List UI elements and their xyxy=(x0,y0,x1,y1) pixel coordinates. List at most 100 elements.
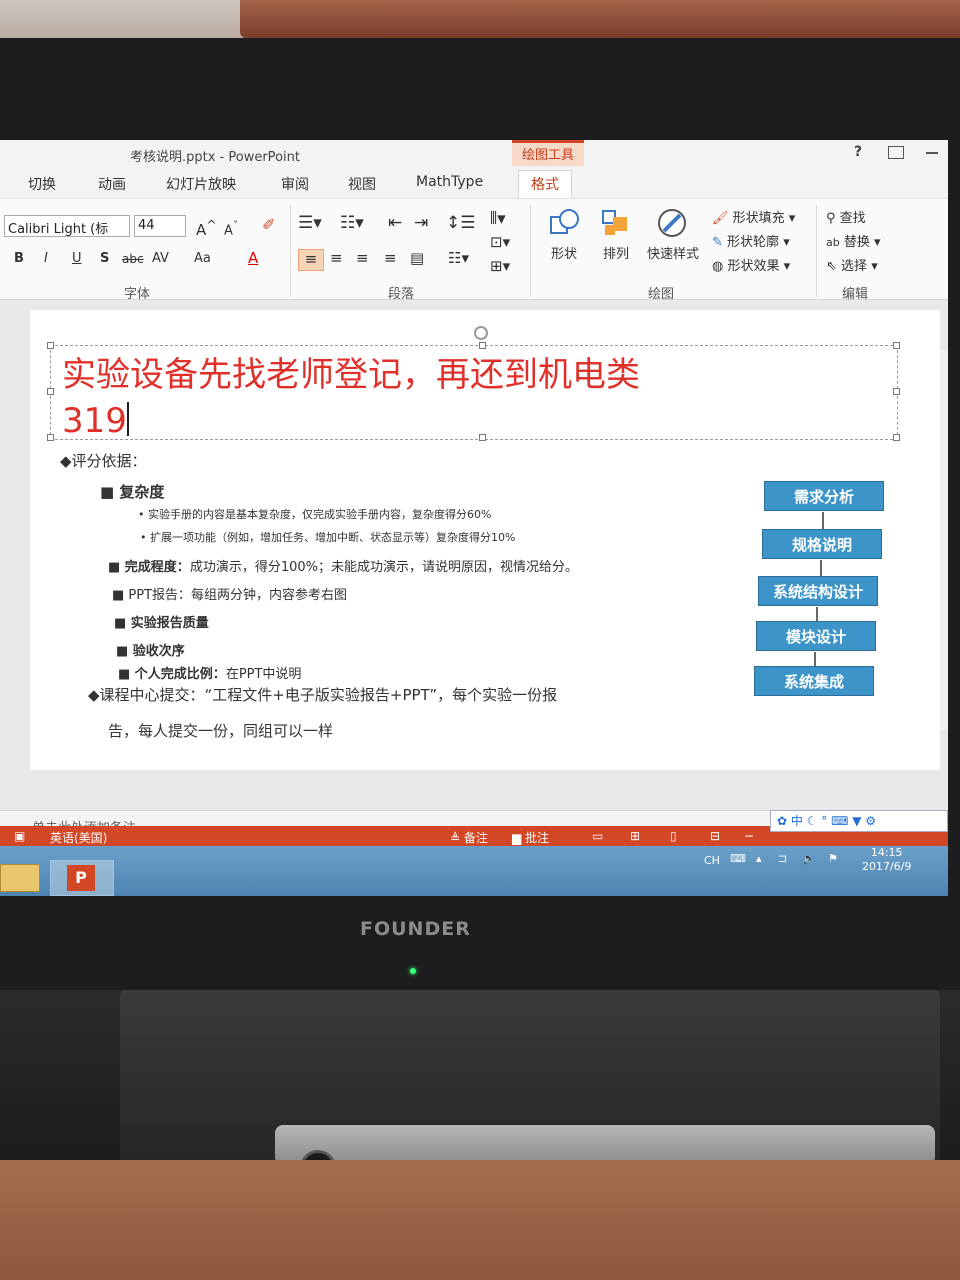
show-hidden-icons[interactable]: ▴ xyxy=(756,852,762,865)
vertical-scrollbar[interactable] xyxy=(940,350,948,730)
quick-styles-label: 快速样式 xyxy=(646,247,699,262)
resize-handle[interactable] xyxy=(47,342,54,349)
help-button[interactable]: ? xyxy=(854,144,862,160)
tab-view[interactable]: 视图 xyxy=(348,174,376,194)
bold-button[interactable]: B xyxy=(14,251,24,266)
font-size-select[interactable]: 44 xyxy=(134,215,186,237)
rotate-handle-icon[interactable] xyxy=(474,326,488,340)
pen-icon: ✎ xyxy=(712,235,723,250)
tab-animations[interactable]: 动画 xyxy=(98,174,126,194)
ppt-report-line: ■ PPT报告：每组两分钟，内容参考右图 xyxy=(112,584,347,603)
quick-styles-button[interactable]: 快速样式 xyxy=(640,207,706,262)
clock-time: 14:15 xyxy=(870,846,903,859)
system-clock[interactable]: 14:15 2017/6/9 xyxy=(862,846,911,874)
char-spacing-button[interactable]: AV xyxy=(152,251,169,266)
shape-effects-button[interactable]: ◍ 形状效果 ▾ xyxy=(712,255,790,274)
language-indicator[interactable]: 英语(美国) xyxy=(50,829,107,846)
resize-handle[interactable] xyxy=(47,388,54,395)
distributed-button[interactable]: ▤ xyxy=(410,249,424,267)
reading-view-icon[interactable]: ▯ xyxy=(670,829,677,843)
submission-line-1: ◆课程中心提交：“工程文件+电子版实验报告+PPT”，每个实验一份报 xyxy=(88,686,558,704)
resize-handle[interactable] xyxy=(893,434,900,441)
complexity-item-1: • 实验手册的内容是基本复杂度，仅完成实验手册内容，复杂度得分60% xyxy=(138,508,492,521)
select-button[interactable]: ⇖ 选择 ▾ xyxy=(826,255,878,274)
clear-formatting-icon[interactable]: ✐ xyxy=(262,215,275,234)
tab-mathtype[interactable]: MathType xyxy=(416,174,483,190)
smartart-icon[interactable]: ⊞▾ xyxy=(490,257,510,275)
shrink-font-icon[interactable]: Aˇ xyxy=(224,219,238,238)
text-direction-icon[interactable]: ⫴▾ xyxy=(490,209,506,229)
tab-format[interactable]: 格式 xyxy=(518,170,572,198)
power-led xyxy=(410,968,416,974)
notes-toggle-button[interactable]: ≜ 备注 xyxy=(450,829,488,846)
decrease-indent-icon[interactable]: ⇤ xyxy=(388,213,402,233)
complexity-heading: ■ 复杂度 xyxy=(100,483,165,501)
ime-toolbar[interactable]: ✿ 中 ☾ ° ⌨ ▼ ⚙ xyxy=(770,810,948,832)
align-left-button[interactable]: ≡ xyxy=(298,249,324,271)
ribbon-display-button[interactable] xyxy=(888,146,904,159)
spellcheck-icon[interactable]: ▣ xyxy=(14,829,25,843)
slide-heading[interactable]: 实验设备先找老师登记，再还到机电类 319 xyxy=(62,352,882,444)
slide-sorter-icon[interactable]: ⊞ xyxy=(630,829,640,843)
align-right-button[interactable]: ≡ xyxy=(356,249,369,267)
effects-icon: ◍ xyxy=(712,259,724,274)
keyboard-icon[interactable]: ⌨ xyxy=(730,852,746,865)
tab-slideshow[interactable]: 幻灯片放映 xyxy=(166,174,236,194)
ribbon-tabs: 切换 动画 幻灯片放映 审阅 视图 MathType 格式 xyxy=(0,170,948,198)
zoom-minus-icon[interactable]: − xyxy=(744,829,754,843)
italic-button[interactable]: I xyxy=(44,251,48,266)
network-icon[interactable]: ⊐ xyxy=(778,852,787,865)
shapes-icon xyxy=(550,209,579,234)
powerpoint-icon: P xyxy=(67,865,95,891)
grow-font-icon[interactable]: A^ xyxy=(196,217,217,239)
comments-toggle-button[interactable]: ▆ 批注 xyxy=(512,829,549,846)
shadow-button[interactable]: S xyxy=(100,251,109,266)
completion-text: 成功演示，得分100%；未能成功演示，请说明原因，视情况给分。 xyxy=(189,560,578,575)
replace-icon: ab xyxy=(826,236,840,249)
action-center-icon[interactable]: ⚑ xyxy=(828,852,838,865)
numbering-icon[interactable]: ☷▾ xyxy=(340,213,364,233)
align-text-icon[interactable]: ⊡▾ xyxy=(490,233,510,251)
report-quality-line: ■ 实验报告质量 xyxy=(114,616,209,631)
increase-indent-icon[interactable]: ⇥ xyxy=(414,213,428,233)
group-separator xyxy=(530,205,531,297)
cursor-icon: ⇖ xyxy=(826,259,837,274)
replace-button[interactable]: ab 替换 ▾ xyxy=(826,231,881,250)
volume-icon[interactable]: 🔈 xyxy=(802,852,816,865)
font-name-select[interactable]: Calibri Light (标 xyxy=(4,215,130,237)
shapes-button[interactable]: 形状 xyxy=(534,207,594,262)
tab-transitions[interactable]: 切换 xyxy=(28,174,56,194)
line-spacing-icon[interactable]: ↕☰ xyxy=(446,213,475,233)
strikethrough-button[interactable]: abc xyxy=(122,252,144,266)
find-button[interactable]: ⚲ 查找 xyxy=(826,207,866,226)
minimize-button[interactable] xyxy=(926,152,938,154)
arrange-button[interactable]: 排列 xyxy=(586,207,646,262)
normal-view-icon[interactable]: ▭ xyxy=(592,829,603,843)
columns-button[interactable]: ☷▾ xyxy=(448,249,469,267)
tab-review[interactable]: 审阅 xyxy=(281,174,309,194)
flow-step-module-design: 模块设计 xyxy=(756,621,876,651)
resize-handle[interactable] xyxy=(893,342,900,349)
resize-handle[interactable] xyxy=(893,388,900,395)
change-case-button[interactable]: Aa xyxy=(194,251,211,266)
shape-effects-label: 形状效果 xyxy=(727,259,780,274)
flow-step-integration: 系统集成 xyxy=(754,666,874,696)
file-explorer-icon[interactable] xyxy=(0,864,40,892)
slideshow-icon[interactable]: ⊟ xyxy=(710,829,720,843)
shape-outline-button[interactable]: ✎ 形状轮廓 ▾ xyxy=(712,231,790,250)
bullets-icon[interactable]: ☰▾ xyxy=(298,213,322,233)
taskbar-powerpoint[interactable]: P xyxy=(50,860,114,896)
quick-styles-icon xyxy=(658,209,686,237)
comments-toggle-label: 批注 xyxy=(525,831,550,845)
shape-fill-button[interactable]: 🖌 形状填充 ▾ xyxy=(712,207,795,226)
scoring-basis-heading: ◆评分依据： xyxy=(60,452,147,470)
arrange-icon xyxy=(602,210,627,235)
resize-handle[interactable] xyxy=(47,434,54,441)
resize-handle[interactable] xyxy=(479,342,486,349)
underline-button[interactable]: U xyxy=(72,251,82,266)
language-bar[interactable]: CH xyxy=(704,854,720,867)
title-bar: 考核说明.pptx - PowerPoint 绘图工具 ? xyxy=(0,140,948,170)
font-color-button[interactable]: A xyxy=(248,249,258,267)
align-center-button[interactable]: ≡ xyxy=(330,249,343,267)
justify-button[interactable]: ≡ xyxy=(384,249,397,267)
